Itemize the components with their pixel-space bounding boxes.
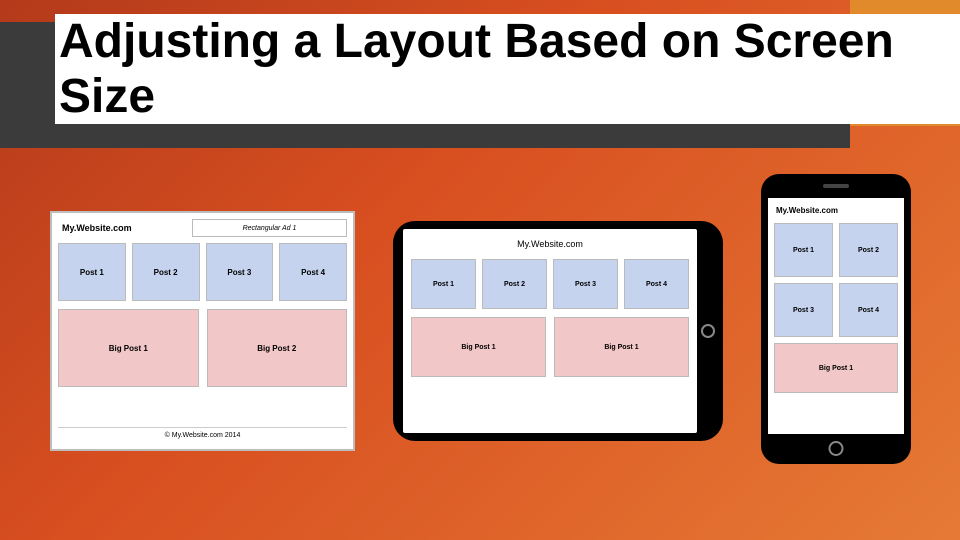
desktop-post: Post 4: [279, 243, 347, 301]
tablet-mockup: My.Website.com Post 1 Post 2 Post 3 Post…: [393, 221, 723, 441]
phone-mockup: My.Website.com Post 1 Post 2 Post 3 Post…: [761, 174, 911, 464]
tablet-post: Post 2: [482, 259, 547, 309]
phone-post: Post 4: [839, 283, 898, 337]
phone-bigpost: Big Post 1: [774, 343, 898, 393]
phone-post: Post 3: [774, 283, 833, 337]
phone-post: Post 2: [839, 223, 898, 277]
tablet-bigpost: Big Post 1: [554, 317, 689, 377]
tablet-post: Post 1: [411, 259, 476, 309]
desktop-bigpost: Big Post 2: [207, 309, 348, 387]
tablet-post: Post 4: [624, 259, 689, 309]
desktop-brand: My.Website.com: [58, 219, 188, 237]
desktop-post: Post 2: [132, 243, 200, 301]
tablet-post: Post 3: [553, 259, 618, 309]
tablet-bigpost: Big Post 1: [411, 317, 546, 377]
desktop-post: Post 3: [206, 243, 274, 301]
desktop-mockup: My.Website.com Rectangular Ad 1 Post 1 P…: [50, 211, 355, 451]
phone-brand: My.Website.com: [774, 204, 898, 217]
mockups-row: My.Website.com Rectangular Ad 1 Post 1 P…: [50, 198, 940, 464]
desktop-ad: Rectangular Ad 1: [192, 219, 347, 237]
phone-home-button-icon: [829, 441, 844, 456]
desktop-bigpost: Big Post 1: [58, 309, 199, 387]
phone-speaker-icon: [823, 184, 849, 188]
phone-post: Post 1: [774, 223, 833, 277]
tablet-home-button-icon: [701, 324, 715, 338]
tablet-brand: My.Website.com: [411, 235, 689, 251]
slide-title: Adjusting a Layout Based on Screen Size: [55, 14, 960, 124]
desktop-post: Post 1: [58, 243, 126, 301]
desktop-footer: © My.Website.com 2014: [58, 427, 347, 443]
